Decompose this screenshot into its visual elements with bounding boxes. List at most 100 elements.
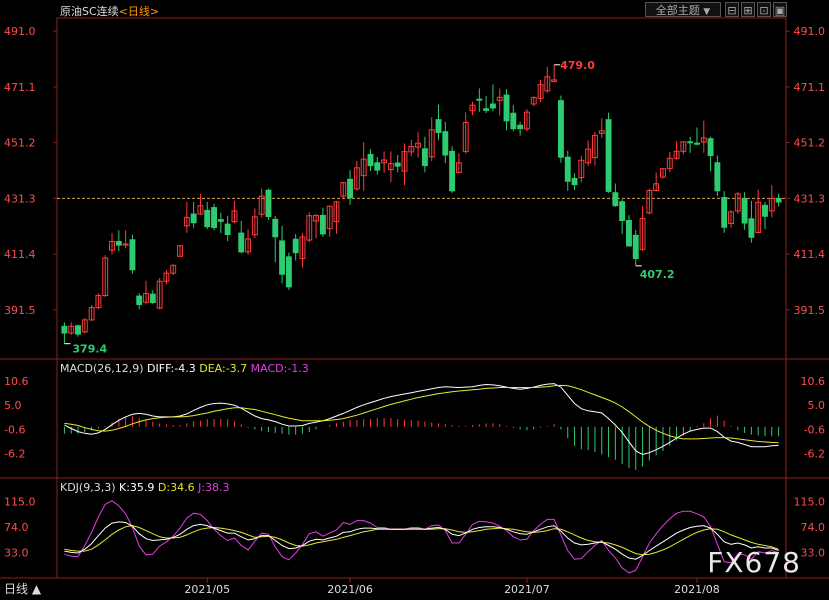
macd-header: MACD(26,12,9) DIFF:-4.3 DEA:-3.7 MACD:-1… [60,362,309,375]
period-tag[interactable]: <日线> [119,5,159,18]
candle-body [217,219,224,222]
candle-body [367,153,374,167]
candle-body [265,189,272,218]
candle-body [292,238,299,254]
candle-body [483,108,490,111]
candle-body [272,218,279,238]
kdj-header: KDJ(9,3,3) K:35.9 D:34.6 J:38.3 [60,481,230,494]
watermark-logo: FX678 [707,546,801,579]
candle-body [61,325,68,334]
kdj-title: KDJ(9,3,3) [60,481,116,494]
candle-body [374,162,381,171]
price-y-tick-label: 411.4 [4,248,36,261]
macd-macd-value: MACD:-1.3 [250,362,309,375]
macd-diff-value: DIFF:-4.3 [147,362,196,375]
candle-body [136,295,143,305]
candle-body [517,124,524,130]
candle-body [442,131,449,156]
price-y-tick-label: 391.5 [794,304,826,317]
candle-body [204,209,211,228]
chevron-down-icon: ▼ [703,7,711,17]
macd-y-tick-label: -0.6 [4,423,25,436]
candle-body [129,239,136,271]
kdj-y-tick-label: 33.0 [4,546,29,559]
candle-body [571,177,578,186]
macd-y-tick-label: -6.2 [4,448,25,461]
candle-body [503,94,510,122]
candle-body [762,204,768,217]
candle-body [449,150,456,192]
kdj-y-tick-label: 33.0 [801,546,826,559]
x-axis-label: 2021/06 [327,583,373,596]
kdj-d-value: D:34.6 [157,481,195,494]
candle-body [149,293,156,304]
price-y-tick-label: 471.1 [4,81,36,94]
candle-body [319,214,326,235]
chart-header: 原油SC连续<日线> [60,3,159,19]
theme-dropdown-label: 全部主题 [655,4,700,17]
price-y-tick-label: 491.0 [794,25,826,38]
kdj-j-value: J:38.3 [198,481,230,494]
candle-body [707,138,714,157]
macd-y-tick-label: -6.2 [804,448,825,461]
candle-body [741,197,748,224]
candle-body [347,178,354,199]
macd-diff-line [64,383,779,456]
kdj-k-value: K:35.9 [119,481,155,494]
candle-body [619,201,626,221]
high-price-label: 479.0 [560,59,595,72]
candle-body [721,197,728,228]
candle-body [279,240,286,275]
price-y-tick-label: 451.2 [4,137,36,150]
macd-y-tick-label: 10.6 [4,375,29,388]
candle-body [224,223,231,235]
maximize-icon[interactable]: ▣ [773,2,787,17]
x-axis-label: 2021/05 [184,583,230,596]
candle-body [394,162,401,167]
candle-body [694,142,700,145]
candle-body [687,141,694,144]
candle-body [115,240,122,246]
candle-body [605,119,612,192]
period-selector[interactable]: 日线 ▲ [4,580,41,597]
candle-body [510,112,517,130]
candle-body [190,213,197,224]
macd-title: MACD(26,12,9) [60,362,144,375]
plot-frame [56,17,787,579]
kdj-y-tick-label: 74.0 [4,521,29,534]
kdj-y-tick-label: 115.0 [4,495,36,508]
price-y-tick-label: 471.1 [794,81,826,94]
candle-body [238,232,245,253]
price-y-tick-label: 451.2 [794,137,826,150]
kdj-d-line [64,525,779,556]
candle-body [476,98,483,101]
macd-y-tick-label: 10.6 [801,375,826,388]
theme-dropdown[interactable]: 全部主题 ▼ [645,2,721,17]
price-y-tick-label: 391.5 [4,304,36,317]
candle-body [564,156,571,182]
candle-body [612,192,619,207]
price-y-tick-label: 411.4 [794,248,826,261]
zoom-in-icon[interactable]: ⊞ [741,2,755,17]
x-axis-label: 2021/08 [674,583,720,596]
zoom-out-icon[interactable]: ⊟ [725,2,739,17]
candle-body [421,148,428,167]
candle-body [557,100,564,158]
x-axis-label: 2021/07 [504,583,550,596]
chart-canvas: 491.0 491.0 471.1 471.1 451.2 451.2 431.3 431.3… [0,17,829,596]
candle-body [489,103,496,109]
price-y-tick-label: 431.3 [4,192,36,205]
settings-icon[interactable]: ⊡ [757,2,771,17]
candle-body [626,219,632,247]
candle-body [632,234,639,260]
candle-body [435,119,442,134]
kdj-y-tick-label: 115.0 [794,495,826,508]
candle-body [211,207,217,228]
macd-y-tick-label: 5.0 [4,399,22,412]
candle-body [748,218,755,238]
low2-price-label: 407.2 [640,268,675,281]
kdj-k-line [64,521,779,560]
macd-dea-value: DEA:-3.7 [199,362,248,375]
instrument-title: 原油SC连续 [60,5,119,18]
kdj-y-tick-label: 74.0 [801,521,826,534]
